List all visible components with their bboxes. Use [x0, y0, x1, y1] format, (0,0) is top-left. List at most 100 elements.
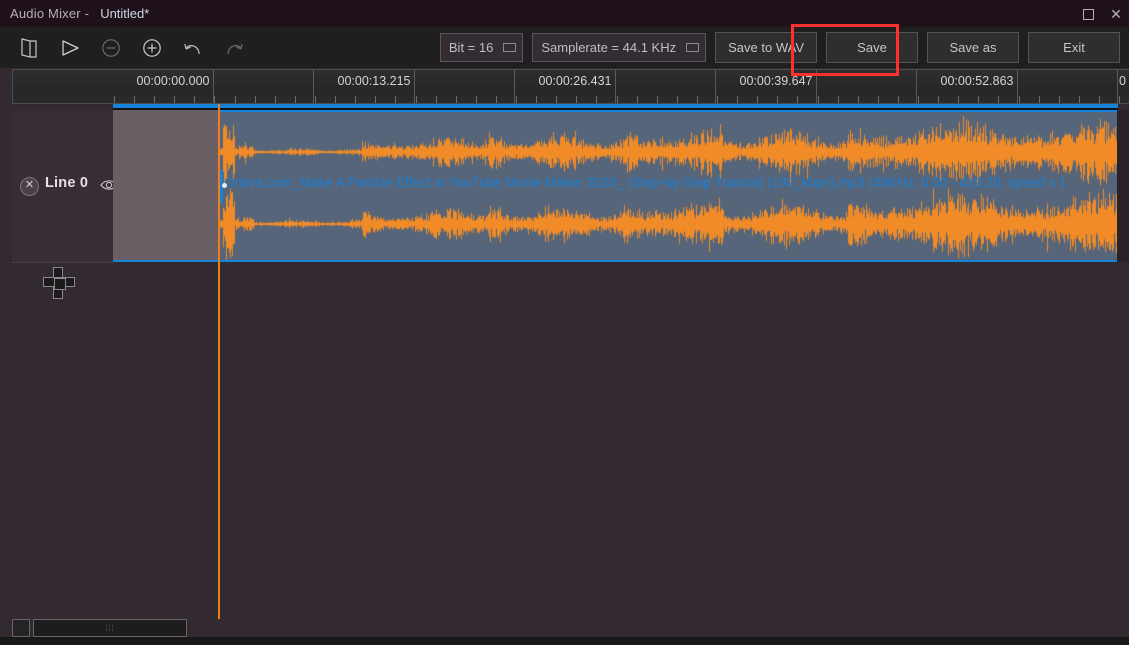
audio-clip[interactable]: Ontiva.com_Make A Particle Effect in You…: [218, 110, 1117, 260]
ruler-tick: [335, 96, 336, 103]
scroll-left-icon[interactable]: [12, 619, 30, 637]
app-title: Audio Mixer -: [10, 6, 90, 21]
ruler-tick: [777, 96, 778, 103]
ruler-tick: [1039, 96, 1040, 103]
ruler-tick: [878, 96, 879, 103]
open-file-icon[interactable]: [8, 27, 49, 68]
ruler-tick: [737, 96, 738, 103]
ruler-tick: [1079, 96, 1080, 103]
ruler-tick: [416, 96, 417, 103]
samplerate-label: Samplerate = 44.1 KHz: [541, 40, 677, 55]
scrollbar-grip: ⦙⦙⦙: [105, 622, 115, 633]
ruler-tick: [596, 96, 597, 103]
ruler-tick: [978, 96, 979, 103]
undo-icon[interactable]: [172, 27, 213, 68]
save-as-button[interactable]: Save as: [927, 32, 1019, 63]
toolbar: Bit = 16 Samplerate = 44.1 KHz Save to W…: [0, 27, 1129, 69]
ruler-tick: [617, 96, 618, 103]
scrollbar-thumb[interactable]: ⦙⦙⦙: [33, 619, 187, 637]
ruler-tick: [1059, 96, 1060, 103]
ruler-tick: [1019, 96, 1020, 103]
ruler-tick: [355, 96, 356, 103]
ruler-tick: [395, 96, 396, 103]
ruler-tick: [1099, 96, 1100, 103]
play-icon[interactable]: [49, 27, 90, 68]
ruler-tick: [114, 96, 115, 103]
ruler-tick: [375, 96, 376, 103]
ruler-tick: [657, 96, 658, 103]
bit-depth-select[interactable]: Bit = 16: [439, 33, 524, 62]
dropdown-icon: [503, 43, 517, 52]
ruler-tick: [476, 96, 477, 103]
toolbar-icon-group: [8, 27, 254, 68]
window-bottom-edge: [0, 637, 1129, 645]
zoom-out-icon[interactable]: [90, 27, 131, 68]
add-track-plus-icon[interactable]: [43, 267, 75, 299]
window-controls: ✕: [1081, 0, 1123, 27]
ruler-tick: [918, 96, 919, 103]
close-track-icon[interactable]: ✕: [20, 177, 39, 196]
horizontal-scrollbar[interactable]: ⦙⦙⦙: [12, 619, 1117, 637]
ruler-tick: [255, 96, 256, 103]
timeline-ruler[interactable]: 00:00:00.000 00:00:13.215 00:00:26.431 00:0…: [0, 68, 1129, 108]
exit-button[interactable]: Exit: [1028, 32, 1120, 63]
waveform-display: [218, 112, 1117, 260]
ruler-tick: [697, 96, 698, 103]
audio-mixer-window: Audio Mixer - Untitled* ✕ Bit = 16 Sampl…: [0, 0, 1129, 645]
ruler-tick: [677, 96, 678, 103]
ruler-tick: [1119, 96, 1120, 103]
ruler-tick: [516, 96, 517, 103]
ruler-tick: [576, 96, 577, 103]
ruler-tick: [797, 96, 798, 103]
ruler-tick: [315, 96, 316, 103]
ruler-tick: [818, 96, 819, 103]
track-row-line-0[interactable]: Ontiva.com_Make A Particle Effect in You…: [113, 110, 1118, 262]
track-area: ✕ Line 0 Ontiva.com_Make A Particle Effe…: [0, 110, 1129, 614]
ruler-tick: [536, 96, 537, 103]
ruler-tick: [898, 96, 899, 103]
ruler-tick: [174, 96, 175, 103]
ruler-tick: [958, 96, 959, 103]
ruler-tick: [214, 96, 215, 103]
save-button[interactable]: Save: [826, 32, 918, 63]
ruler-scale[interactable]: 00:00:00.000 00:00:13.215 00:00:26.431 00:0…: [12, 69, 1129, 104]
ruler-tick: [154, 96, 155, 103]
ruler-tick: [456, 96, 457, 103]
ruler-section: [616, 70, 716, 103]
ruler-tick: [436, 96, 437, 103]
ruler-tick: [637, 96, 638, 103]
ruler-section: [214, 70, 314, 103]
ruler-section: [415, 70, 515, 103]
ruler-tick: [295, 96, 296, 103]
ruler-tick: [938, 96, 939, 103]
ruler-tick: [235, 96, 236, 103]
save-to-wav-button[interactable]: Save to WAV: [715, 32, 817, 63]
ruler-separator: [113, 108, 1118, 110]
ruler-time-label: 00:00:00.000: [136, 74, 210, 88]
ruler-tick: [838, 96, 839, 103]
toolbar-right-group: Bit = 16 Samplerate = 44.1 KHz Save to W…: [439, 27, 1129, 68]
ruler-time-label: 00:00:52.863: [940, 74, 1014, 88]
redo-icon[interactable]: [213, 27, 254, 68]
track-right-gutter: [1117, 110, 1129, 262]
ruler-tick: [134, 96, 135, 103]
ruler-corner: [0, 68, 12, 104]
ruler-time-label: 0: [1119, 74, 1126, 88]
zoom-in-icon[interactable]: [131, 27, 172, 68]
maximize-icon[interactable]: [1081, 7, 1095, 21]
close-icon[interactable]: ✕: [1109, 7, 1123, 21]
ruler-tick: [556, 96, 557, 103]
ruler-tick: [858, 96, 859, 103]
bit-depth-label: Bit = 16: [448, 40, 494, 55]
dropdown-icon: [686, 43, 700, 52]
ruler-section: [1018, 70, 1118, 103]
ruler-tick: [496, 96, 497, 103]
ruler-time-label: 00:00:26.431: [538, 74, 612, 88]
ruler-time-label: 00:00:13.215: [337, 74, 411, 88]
ruler-tick: [757, 96, 758, 103]
track-header-line-0[interactable]: ✕ Line 0: [12, 110, 118, 263]
scrollbar-track[interactable]: ⦙⦙⦙: [30, 619, 1117, 637]
samplerate-select[interactable]: Samplerate = 44.1 KHz: [532, 33, 707, 62]
ruler-section: [817, 70, 917, 103]
track-name-label: Line 0: [45, 175, 89, 191]
